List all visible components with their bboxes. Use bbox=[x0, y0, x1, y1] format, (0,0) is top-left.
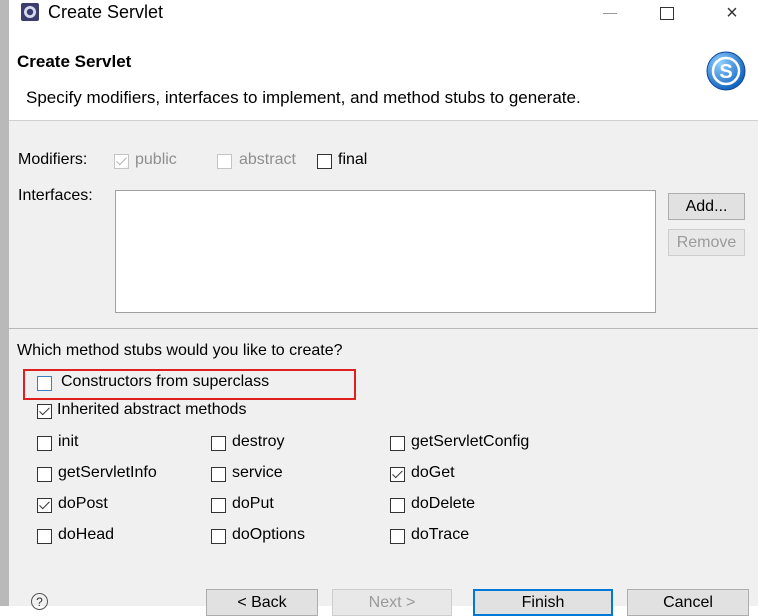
help-icon[interactable]: ? bbox=[31, 593, 48, 610]
destroy-checkbox[interactable] bbox=[211, 436, 226, 451]
minimize-button[interactable] bbox=[587, 0, 633, 26]
interfaces-list[interactable] bbox=[115, 190, 656, 313]
dodelete-label[interactable]: doDelete bbox=[411, 495, 475, 513]
getservletinfo-label[interactable]: getServletInfo bbox=[58, 464, 157, 482]
close-icon: × bbox=[726, 1, 738, 24]
dohead-checkbox[interactable] bbox=[37, 529, 52, 544]
window-left-edge bbox=[0, 0, 9, 606]
interfaces-label: Interfaces: bbox=[18, 187, 93, 204]
page-title: Create Servlet bbox=[17, 52, 132, 71]
getservletconfig-label[interactable]: getServletConfig bbox=[411, 433, 529, 451]
init-label[interactable]: init bbox=[58, 433, 78, 451]
modifiers-label: Modifiers: bbox=[18, 151, 88, 168]
final-checkbox[interactable] bbox=[317, 154, 332, 169]
service-checkbox[interactable] bbox=[211, 467, 226, 482]
dodelete-checkbox[interactable] bbox=[390, 498, 405, 513]
add-interface-button[interactable]: Add... bbox=[668, 193, 745, 220]
eclipse-app-icon bbox=[21, 3, 39, 21]
init-checkbox[interactable] bbox=[37, 436, 52, 451]
service-label[interactable]: service bbox=[232, 464, 283, 482]
remove-interface-button: Remove bbox=[668, 229, 745, 256]
dooptions-label[interactable]: doOptions bbox=[232, 526, 305, 544]
constructors-label[interactable]: Constructors from superclass bbox=[61, 373, 269, 391]
dohead-label[interactable]: doHead bbox=[58, 526, 114, 544]
maximize-icon bbox=[660, 6, 674, 20]
wizard-header: Create Servlet Specify modifiers, interf… bbox=[9, 30, 758, 120]
dopost-checkbox[interactable] bbox=[37, 498, 52, 513]
servlet-logo-icon: S bbox=[706, 51, 746, 91]
minimize-icon bbox=[603, 12, 617, 14]
public-checkbox bbox=[114, 154, 129, 169]
close-button[interactable]: × bbox=[709, 0, 755, 26]
abstract-label: abstract bbox=[239, 151, 296, 168]
doput-checkbox[interactable] bbox=[211, 498, 226, 513]
dooptions-checkbox[interactable] bbox=[211, 529, 226, 544]
doput-label[interactable]: doPut bbox=[232, 495, 274, 513]
title-bar: Create Servlet × bbox=[9, 0, 758, 30]
dotrace-label[interactable]: doTrace bbox=[411, 526, 469, 544]
wizard-body: Modifiers: public abstract final Interfa… bbox=[9, 121, 758, 616]
dopost-label[interactable]: doPost bbox=[58, 495, 108, 513]
window-title: Create Servlet bbox=[48, 2, 164, 22]
cancel-button[interactable]: Cancel bbox=[627, 589, 749, 616]
maximize-button[interactable] bbox=[644, 0, 690, 26]
destroy-label[interactable]: destroy bbox=[232, 433, 284, 451]
section-divider bbox=[9, 328, 758, 329]
getservletinfo-checkbox[interactable] bbox=[37, 467, 52, 482]
method-stubs-question: Which method stubs would you like to cre… bbox=[17, 342, 343, 359]
inherited-abstract-checkbox[interactable] bbox=[37, 404, 52, 419]
doget-checkbox[interactable] bbox=[390, 467, 405, 482]
public-label: public bbox=[135, 151, 177, 168]
back-button[interactable]: < Back bbox=[206, 589, 318, 616]
finish-button[interactable]: Finish bbox=[473, 589, 613, 616]
constructors-checkbox[interactable] bbox=[37, 376, 52, 391]
inherited-abstract-label[interactable]: Inherited abstract methods bbox=[57, 401, 246, 419]
abstract-checkbox bbox=[217, 154, 232, 169]
next-button: Next > bbox=[332, 589, 452, 616]
final-label[interactable]: final bbox=[338, 151, 367, 169]
dotrace-checkbox[interactable] bbox=[390, 529, 405, 544]
logo-letter: S bbox=[719, 61, 732, 83]
doget-label[interactable]: doGet bbox=[411, 464, 455, 482]
getservletconfig-checkbox[interactable] bbox=[390, 436, 405, 451]
page-description: Specify modifiers, interfaces to impleme… bbox=[26, 88, 581, 107]
